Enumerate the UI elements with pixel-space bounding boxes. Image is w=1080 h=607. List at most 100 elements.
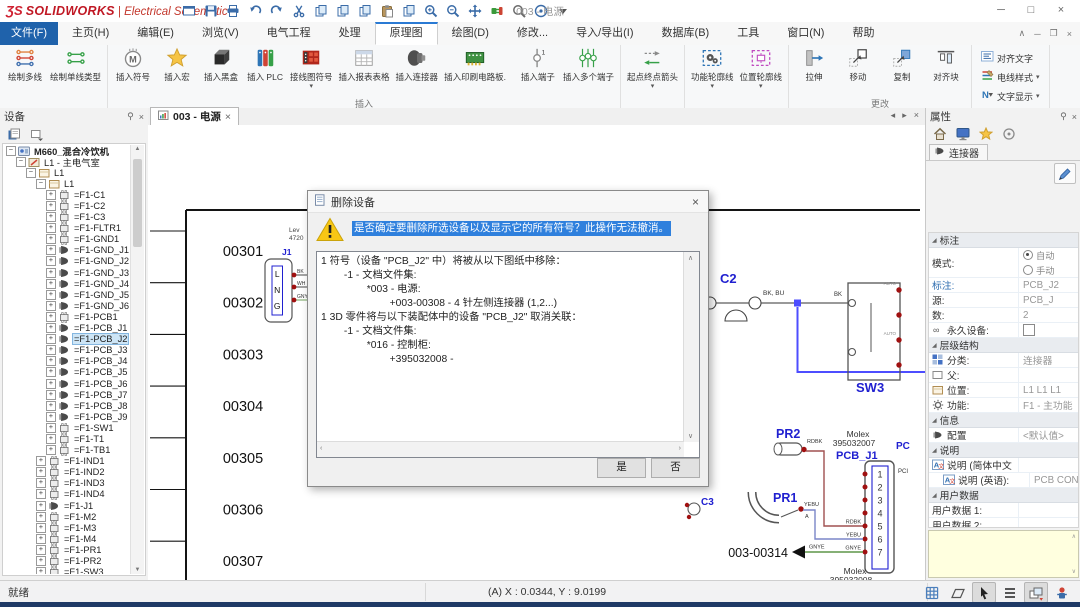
tree-item[interactable]: +=F1-IND3 (4, 478, 131, 489)
expand-icon[interactable]: + (46, 390, 56, 400)
menu-item-6[interactable]: 绘图(D) (438, 22, 503, 45)
ribbon-button[interactable]: M插入符号 (111, 46, 155, 84)
menu-item-2[interactable]: 浏览(V) (188, 22, 253, 45)
menu-item-11[interactable]: 窗口(N) (773, 22, 838, 45)
tree-item[interactable]: +=F1-FLTR1 (4, 223, 131, 234)
tree-item[interactable]: +=F1-PCB_J5 (4, 367, 131, 378)
status-lines-button[interactable] (998, 582, 1022, 603)
expand-icon[interactable]: + (46, 201, 56, 211)
tree-item[interactable]: +=F1-PCB_J9 (4, 411, 131, 422)
ribbon-button[interactable]: 绘制单线类型 (47, 46, 104, 84)
tree-item[interactable]: +=F1-M3 (4, 522, 131, 533)
tree-item[interactable]: +=F1-GND_J3 (4, 267, 131, 278)
prop-row[interactable]: 分类:连接器 (929, 353, 1078, 368)
restore-button[interactable]: □ (1016, 0, 1046, 21)
radio-manual[interactable] (1023, 265, 1033, 275)
print-icon[interactable] (224, 2, 241, 19)
expand-icon[interactable]: + (46, 412, 56, 422)
tab-prev-icon[interactable]: ◂ (891, 110, 896, 121)
expand-icon[interactable]: + (36, 456, 46, 466)
expand-icon[interactable]: + (36, 489, 46, 499)
scroll-thumb[interactable] (133, 159, 142, 247)
radio-auto[interactable] (1023, 250, 1033, 260)
tab-next-icon[interactable]: ▸ (902, 110, 907, 121)
expand-icon[interactable]: + (46, 345, 56, 355)
ribbon-button[interactable]: 插入黑盒 (199, 46, 243, 84)
tree-item[interactable]: +=F1-TB1 (4, 445, 131, 456)
tree-item[interactable]: +=F1-T1 (4, 433, 131, 444)
ribbon-small-button[interactable]: 对齐文字 (981, 50, 1040, 66)
expand-icon[interactable]: + (36, 478, 46, 488)
search-icon[interactable] (510, 2, 527, 19)
ribbon-button[interactable]: 拉伸 (792, 46, 836, 84)
tree-item[interactable]: +=F1-M4 (4, 533, 131, 544)
file-menu-button[interactable]: 文件(F) (0, 22, 58, 45)
expand-icon[interactable]: + (46, 268, 56, 278)
prop-row[interactable]: 用户数据 1: (929, 503, 1078, 518)
pin-panel-icon[interactable]: ⚲ (127, 111, 134, 122)
tree-item[interactable]: +=F1-GND_J5 (4, 289, 131, 300)
permanent-device-checkbox[interactable] (1023, 324, 1035, 336)
tree-item[interactable]: +=F1-IND1 (4, 456, 131, 467)
favorites-button[interactable] (976, 125, 996, 143)
tree-item[interactable]: +=F1-PCB_J7 (4, 389, 131, 400)
status-trap-button[interactable] (946, 582, 970, 603)
tree-item[interactable]: −L1 - 主电气室 (4, 156, 131, 167)
expand-icon[interactable]: + (46, 423, 56, 433)
expand-icon[interactable]: + (36, 567, 46, 574)
tab-connector[interactable]: 连接器 (929, 144, 988, 160)
pin-panel-icon[interactable]: ⚲ (1060, 111, 1067, 122)
tree-item[interactable]: +=F1-PCB1 (4, 311, 131, 322)
caret-icon[interactable] (554, 2, 571, 19)
copy-icon[interactable] (334, 2, 351, 19)
tree-item[interactable]: +=F1-IND2 (4, 467, 131, 478)
status-cursor-button[interactable] (972, 582, 996, 603)
menu-item-8[interactable]: 导入/导出(I) (562, 22, 647, 45)
scroll-up-icon[interactable]: ∧ (1072, 533, 1076, 540)
no-button[interactable]: 否 (651, 458, 700, 478)
scroll-down-icon[interactable]: ∨ (1072, 568, 1076, 575)
tree-item[interactable]: +=F1-PCB_J4 (4, 356, 131, 367)
close-button[interactable]: × (1046, 0, 1076, 21)
selected-wire[interactable] (798, 307, 926, 372)
home-button[interactable] (930, 125, 950, 143)
help-icon[interactable] (532, 2, 549, 19)
tree-scrollbar[interactable]: ▲ ▼ (130, 145, 144, 574)
tree-item[interactable]: +=F1-GND1 (4, 234, 131, 245)
prop-row[interactable]: 源:PCB_J (929, 293, 1078, 308)
expand-icon[interactable]: + (46, 190, 56, 200)
tree-item[interactable]: +=F1-PCB_J8 (4, 400, 131, 411)
expand-icon[interactable]: + (36, 512, 46, 522)
tree-item[interactable]: +=F1-PCB_J6 (4, 378, 131, 389)
expand-icon[interactable]: + (36, 501, 46, 511)
prop-row[interactable]: 父: (929, 368, 1078, 383)
tree-item[interactable]: +=F1-M2 (4, 511, 131, 522)
device-filter-button[interactable] (27, 125, 47, 143)
tree-item[interactable]: +=F1-SW3 (4, 567, 131, 574)
tree-item[interactable]: +=F1-GND_J1 (4, 245, 131, 256)
tree-item[interactable]: −L1 (4, 167, 131, 178)
prop-row[interactable]: 位置:L1 L1 L1 (929, 383, 1078, 398)
ribbon-button[interactable]: 插入 PLC (243, 46, 287, 84)
doc-close-button[interactable]: × (1067, 29, 1072, 39)
prop-section-header[interactable]: ◢层级结构 (929, 338, 1078, 353)
expand-icon[interactable]: + (46, 401, 56, 411)
ribbon-button[interactable]: 对齐块 (924, 46, 968, 84)
prop-row[interactable]: 数:2 (929, 308, 1078, 323)
expand-icon[interactable]: + (46, 367, 56, 377)
device-catalog-button[interactable] (4, 125, 24, 143)
tree-item[interactable]: +=F1-J1 (4, 500, 131, 511)
expand-icon[interactable]: + (36, 523, 46, 533)
pan-icon[interactable] (466, 2, 483, 19)
ribbon-small-button[interactable]: 电线样式▾ (981, 69, 1040, 85)
ribbon-button[interactable]: 移动 (836, 46, 880, 84)
copy-icon[interactable] (356, 2, 373, 19)
collapse-icon[interactable]: − (16, 157, 26, 167)
expand-icon[interactable]: + (46, 256, 56, 266)
prop-row[interactable]: 功能:F1 - 主功能 (929, 398, 1078, 413)
expand-icon[interactable]: + (46, 379, 56, 389)
expand-icon[interactable]: + (46, 234, 56, 244)
scroll-left-icon[interactable]: ‹ (320, 445, 322, 452)
expand-icon[interactable]: + (36, 545, 46, 555)
tree-item[interactable]: +=F1-PR2 (4, 555, 131, 566)
